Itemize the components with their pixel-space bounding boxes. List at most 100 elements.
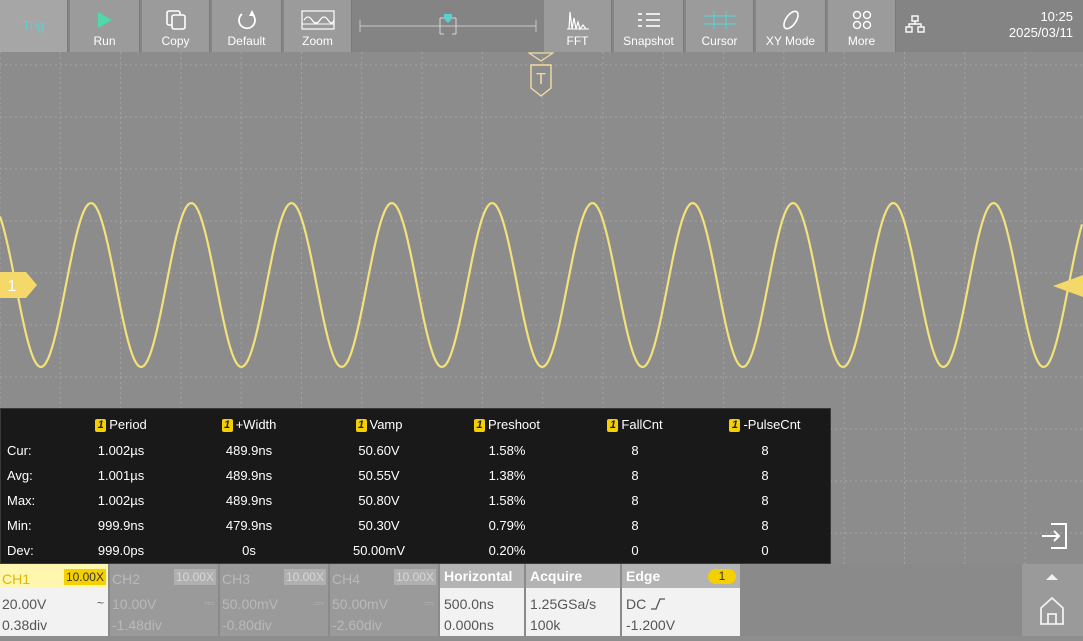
xy-ellipse-icon [779,8,803,32]
trigger-source-badge: 1 [708,569,736,584]
ch4-panel[interactable]: CH4 10.00X 50.00mV ⎓ -2.60div [330,564,438,636]
channel-status-bar: CH1 10.00X 20.00V ~ 0.38div CH2 10.00X 1… [0,564,1083,636]
channel-badge: 1 [473,419,485,432]
channel-badge: 1 [729,419,741,432]
ch1-waveform [0,201,1083,369]
network-button[interactable] [898,0,932,52]
dc-coupling-icon: ⎓ [314,596,324,610]
measurement-value: 0 [631,543,639,558]
dc-coupling-icon: ⎓ [424,596,434,610]
cursor-button[interactable]: Cursor [686,0,754,52]
exit-icon[interactable] [1038,520,1070,557]
more-button[interactable]: More [828,0,896,52]
row-label: Max: [7,493,36,508]
measurement-row: Min: 999.9ns 479.9ns 50.30V 0.79% 8 8 [1,513,832,538]
measurement-row: Cur: 1.002µs 489.9ns 50.60V 1.58% 8 8 [1,438,832,463]
measurement-row: Max: 1.002µs 489.9ns 50.80V 1.58% 8 8 [1,488,832,513]
ch2-offset: -1.48div [112,617,162,633]
memory-depth-value: 100k [530,617,561,633]
measurement-value: 8 [631,468,639,483]
ch3-scale: 50.00mV [222,596,279,612]
ch3-name: CH3 [222,571,251,587]
fft-label: FFT [566,34,589,48]
measurement-value: 999.0ps [97,543,145,558]
trigger-coupling: DC [626,596,666,612]
reset-icon [236,8,258,32]
trigger-edge-panel[interactable]: Edge 1 DC -1.200V [622,564,740,636]
ch1-offset-marker[interactable]: 1 [0,272,38,303]
run-label: Run [93,34,116,48]
ch1-marker-label: 1 [8,278,17,295]
measurement-value: 1.58% [488,493,526,508]
ch3-panel[interactable]: CH3 10.00X 50.00mV ⎓ -0.80div [220,564,328,636]
network-icon [905,14,925,38]
measurement-value: 8 [761,518,769,533]
measurement-value: 50.30V [358,518,400,533]
measurement-table: 1 Period 1 +Width 1 Vamp 1 Preshoot 1 FallCnt… [0,408,831,564]
channel-badge: 1 [95,419,107,432]
measurement-value: 50.00mV [352,543,406,558]
ch3-probe-ratio: 10.00X [283,569,326,585]
row-label: Min: [7,518,32,533]
horizontal-panel[interactable]: Horizontal 500.0ns 0.000ns [440,564,524,636]
measurement-header: 1 Period 1 +Width 1 Vamp 1 Preshoot 1 FallCnt… [1,412,832,437]
measurement-value: 50.55V [358,468,400,483]
home-icon [1040,596,1064,625]
horizontal-title: Horizontal [444,568,513,584]
ch3-offset: -0.80div [222,617,272,633]
measurement-value: 479.9ns [225,518,273,533]
measurement-column: 1 FallCnt [575,417,695,432]
trig-button[interactable]: Trig [0,0,68,52]
measurement-row: Dev: 999.0ps 0s 50.00mV 0.20% 0 0 [1,538,832,563]
trigger-marker-label: T [536,71,546,88]
fft-button[interactable]: FFT [544,0,612,52]
acquire-panel[interactable]: Acquire 1.25GSa/s 100k [526,564,620,636]
more-label: More [847,34,876,48]
delay-value: 0.000ns [444,617,494,633]
ac-coupling-icon: ~ [96,596,104,610]
measurement-value: 489.9ns [225,443,273,458]
measurement-value: 50.60V [358,443,400,458]
measurement-value: 0 [761,543,769,558]
cursor-label: Cursor [701,34,738,48]
clock-date: 2025/03/11 [1008,25,1073,40]
copy-button[interactable]: Copy [142,0,210,52]
edge-title: Edge [626,568,661,584]
sample-rate-value: 1.25GSa/s [530,596,597,612]
row-label: Cur: [7,443,32,458]
trigger-level-marker[interactable] [1053,275,1083,302]
ch1-panel[interactable]: CH1 10.00X 20.00V ~ 0.38div [0,564,108,636]
ch4-name: CH4 [332,571,361,587]
ch4-probe-ratio: 10.00X [393,569,436,585]
ch2-probe-ratio: 10.00X [173,569,216,585]
measurement-row: Avg: 1.001µs 489.9ns 50.55V 1.38% 8 8 [1,463,832,488]
measurement-value: 8 [761,493,769,508]
measurement-value: 8 [631,443,639,458]
zoom-button[interactable]: Zoom [284,0,352,52]
measurement-value: 1.002µs [97,443,145,458]
xy-mode-button[interactable]: XY Mode [756,0,826,52]
measurement-column: 1 -PulseCnt [705,417,825,432]
trigger-position-marker[interactable]: T [527,52,555,98]
default-button[interactable]: Default [212,0,282,52]
dc-coupling-icon: ⎓ [204,596,214,610]
channel-badge: 1 [607,419,619,432]
clock-time: 10:25 [1040,9,1073,24]
measurement-value: 1.38% [488,468,526,483]
trigger-coupling-value: DC [626,596,647,612]
fft-spectrum-icon [565,8,591,32]
ch1-scale: 20.00V [2,596,47,612]
zoom-wave-icon [300,8,335,32]
snapshot-button[interactable]: Snapshot [614,0,684,52]
ch1-probe-ratio: 10.00X [63,569,106,585]
measurement-value: 1.58% [488,443,526,458]
measurement-value: 0s [242,543,256,558]
horizontal-position-slider[interactable] [356,10,540,40]
measurement-column: 1 Vamp [319,417,439,432]
ch4-scale: 50.00mV [332,596,389,612]
ch2-panel[interactable]: CH2 10.00X 10.00V ⎓ -1.48div [110,564,218,636]
run-button[interactable]: Run [70,0,140,52]
row-label: Dev: [7,543,34,558]
top-toolbar: Trig Run Copy Default Zoom FFT Snapshot … [0,0,1083,52]
ch1-name: CH1 [2,571,31,587]
